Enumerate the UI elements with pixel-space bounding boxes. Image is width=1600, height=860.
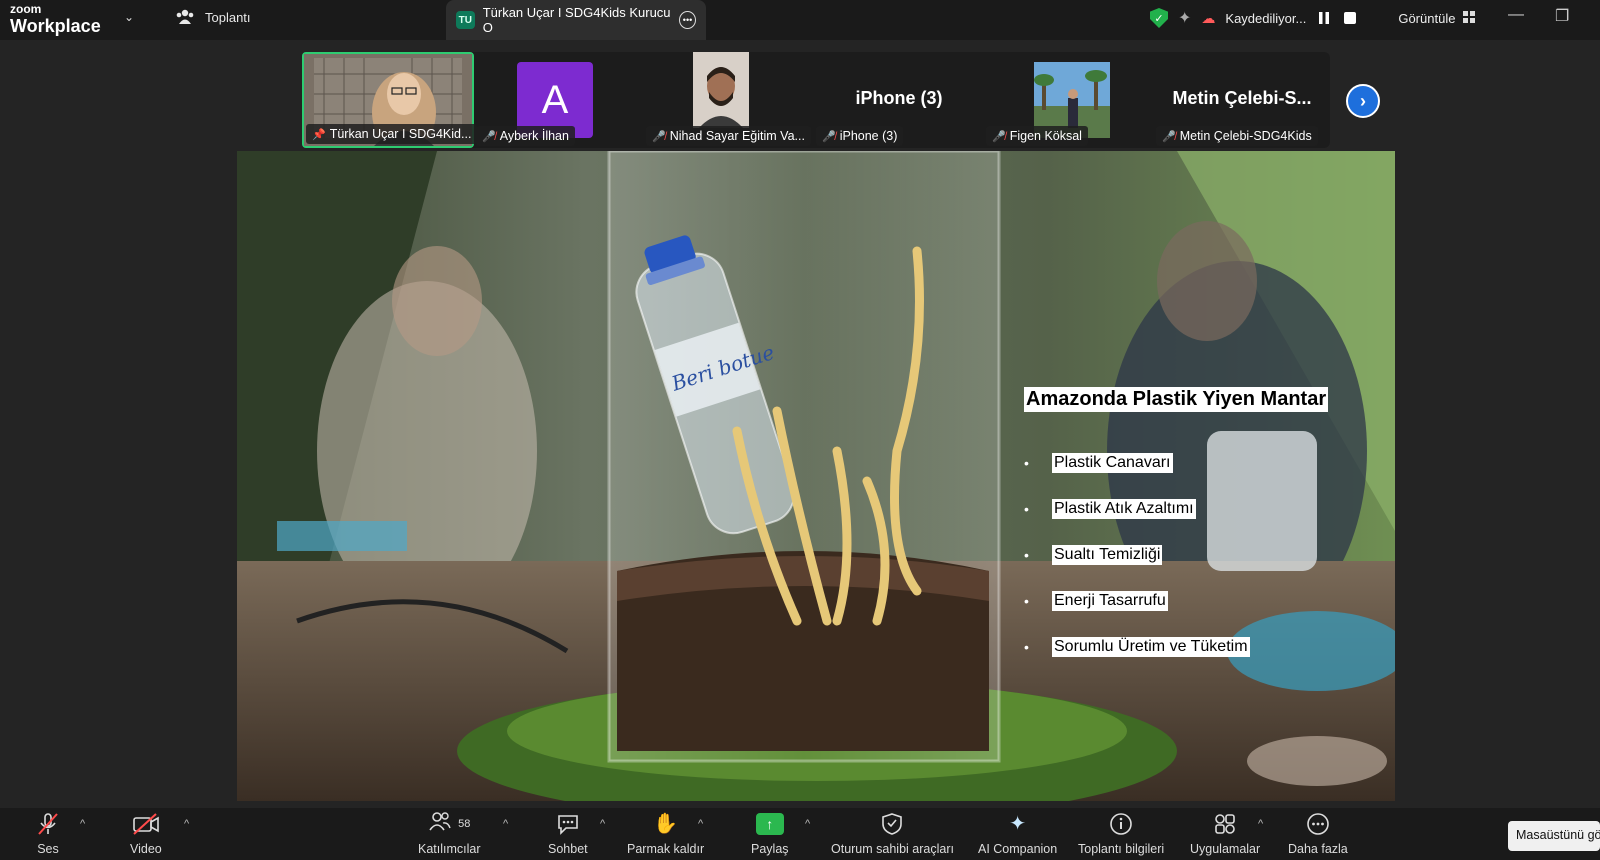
grid-icon bbox=[1463, 10, 1476, 26]
muted-mic-icon: 🎤̸ bbox=[992, 130, 1006, 143]
more-icon bbox=[1306, 812, 1330, 836]
pause-icon[interactable] bbox=[1316, 10, 1332, 26]
participant-tile[interactable]: Metin Çelebi-S... 🎤̸ Metin Çelebi-SDG4Ki… bbox=[1154, 52, 1330, 148]
apps-icon bbox=[1213, 812, 1237, 836]
participants-options-caret[interactable]: ^ bbox=[503, 818, 508, 830]
encryption-shield-icon[interactable]: ✓ bbox=[1150, 8, 1168, 28]
meeting-label: Toplantı bbox=[205, 10, 251, 25]
participant-tile[interactable]: 📌 Türkan Uçar I SDG4Kid... bbox=[302, 52, 478, 148]
minimize-icon[interactable]: — bbox=[1508, 6, 1524, 24]
participant-tile[interactable]: 🎤̸ Nihad Sayar Eğitim Va... bbox=[644, 52, 814, 148]
meeting-menu-button[interactable]: Toplantı bbox=[175, 8, 251, 27]
sparkle-icon[interactable]: ✦ bbox=[1178, 8, 1191, 28]
chat-button[interactable]: Sohbet bbox=[548, 812, 588, 856]
share-button[interactable]: ↑ Paylaş bbox=[751, 812, 789, 856]
ai-companion-button[interactable]: ✦ AI Companion bbox=[978, 812, 1057, 856]
muted-mic-icon: 🎤̸ bbox=[652, 130, 666, 143]
share-screen-icon: ↑ bbox=[755, 813, 784, 835]
hand-icon: ✋ bbox=[653, 813, 678, 835]
share-options-caret[interactable]: ^ bbox=[805, 818, 810, 830]
chat-icon bbox=[556, 812, 580, 836]
people-icon bbox=[175, 8, 195, 27]
video-button[interactable]: Video bbox=[130, 812, 162, 856]
participant-video bbox=[693, 52, 749, 128]
cloud-record-icon: ☁ bbox=[1201, 9, 1216, 26]
ai-sparkle-icon: ✦ bbox=[1009, 813, 1026, 835]
more-options-icon[interactable]: ••• bbox=[679, 11, 696, 29]
apps-options-caret[interactable]: ^ bbox=[1258, 818, 1263, 830]
top-bar: zoom Workplace ⌄ Toplantı TU Türkan Uçar… bbox=[0, 0, 1600, 40]
meeting-info-button[interactable]: Toplantı bilgileri bbox=[1078, 812, 1164, 856]
participant-tile[interactable]: iPhone (3) 🎤̸ iPhone (3) bbox=[814, 52, 984, 148]
more-button[interactable]: Daha fazla bbox=[1288, 812, 1348, 856]
participants-icon bbox=[428, 810, 452, 838]
meeting-toolbar: Ses ^ Video ^ 58 Katılımcılar ^ Sohbet ^… bbox=[0, 808, 1600, 860]
participant-display-name: iPhone (3) bbox=[855, 88, 943, 108]
list-item: • Enerji Tasarrufu bbox=[1024, 591, 1168, 611]
reactions-options-caret[interactable]: ^ bbox=[698, 818, 703, 830]
tab-title: Türkan Uçar I SDG4Kids Kurucu O bbox=[482, 5, 671, 35]
recording-label: Kaydediliyor... bbox=[1225, 10, 1307, 26]
muted-mic-icon: 🎤̸ bbox=[822, 130, 836, 143]
stop-icon[interactable] bbox=[1342, 10, 1358, 26]
participant-name: 🎤̸ Figen Köksal bbox=[986, 126, 1088, 146]
pin-icon: 📌 bbox=[312, 128, 326, 141]
next-page-button[interactable]: › bbox=[1346, 84, 1380, 118]
speaker-badge: TU bbox=[456, 11, 475, 29]
participant-name: 🎤̸ iPhone (3) bbox=[816, 126, 904, 146]
participant-name: 🎤̸ Metin Çelebi-SDG4Kids bbox=[1156, 126, 1318, 146]
video-off-icon bbox=[132, 812, 160, 836]
host-shield-icon bbox=[882, 812, 903, 836]
list-item: • Plastik Atık Azaltımı bbox=[1024, 499, 1196, 519]
host-tools-button[interactable]: Oturum sahibi araçları bbox=[831, 812, 954, 856]
muted-mic-icon bbox=[36, 812, 60, 836]
slide-bullet-list: • Plastik Canavarı • Plastik Atık Azaltımı… bbox=[1024, 440, 1250, 670]
slide-title: Amazonda Plastik Yiyen Mantar bbox=[1024, 387, 1329, 412]
participant-tile[interactable]: A 🎤̸ Ayberk İlhan bbox=[474, 52, 644, 148]
list-item: • Sualtı Temizliği bbox=[1024, 545, 1163, 565]
participant-display-name: Metin Çelebi-S... bbox=[1172, 88, 1312, 108]
participant-strip: 📌 Türkan Uçar I SDG4Kid... A 🎤̸ Ayberk İ… bbox=[302, 52, 1330, 148]
recording-area: ✓ ✦ ☁ Kaydediliyor... Görüntüle bbox=[1150, 6, 1476, 30]
muted-mic-icon: 🎤̸ bbox=[482, 130, 496, 143]
participants-count: 58 bbox=[458, 818, 471, 830]
audio-options-caret[interactable]: ^ bbox=[80, 818, 85, 830]
raise-hand-button[interactable]: ✋ Parmak kaldır bbox=[627, 812, 704, 856]
restore-icon[interactable]: ❐ bbox=[1555, 6, 1569, 26]
zoom-logo: zoom Workplace bbox=[10, 2, 101, 36]
list-item: • Sorumlu Üretim ve Tüketim bbox=[1024, 637, 1250, 657]
list-item: • Plastik Canavarı bbox=[1024, 453, 1173, 473]
chat-options-caret[interactable]: ^ bbox=[600, 818, 605, 830]
participants-button[interactable]: 58 Katılımcılar bbox=[418, 812, 481, 856]
info-icon bbox=[1109, 812, 1133, 836]
apps-button[interactable]: Uygulamalar bbox=[1190, 812, 1260, 856]
video-options-caret[interactable]: ^ bbox=[184, 818, 189, 830]
muted-mic-icon: 🎤̸ bbox=[1162, 130, 1176, 143]
view-label: Görüntüle bbox=[1398, 10, 1456, 26]
tab-current-speaker[interactable]: TU Türkan Uçar I SDG4Kids Kurucu O ••• bbox=[446, 0, 706, 40]
participant-name: 🎤̸ Ayberk İlhan bbox=[476, 126, 575, 146]
tooltip: Masaüstünü gö bbox=[1508, 821, 1600, 851]
chevron-down-icon[interactable]: ⌄ bbox=[124, 10, 134, 24]
participant-tile[interactable]: 🎤̸ Figen Köksal bbox=[984, 52, 1154, 148]
shared-screen: Beri botue Amazonda Plastik Yiyen Mantar… bbox=[237, 151, 1395, 801]
view-button[interactable]: Görüntüle bbox=[1398, 10, 1476, 26]
participant-name: 📌 Türkan Uçar I SDG4Kid... bbox=[306, 124, 478, 144]
audio-button[interactable]: Ses bbox=[36, 812, 60, 856]
participant-name: 🎤̸ Nihad Sayar Eğitim Va... bbox=[646, 126, 811, 146]
